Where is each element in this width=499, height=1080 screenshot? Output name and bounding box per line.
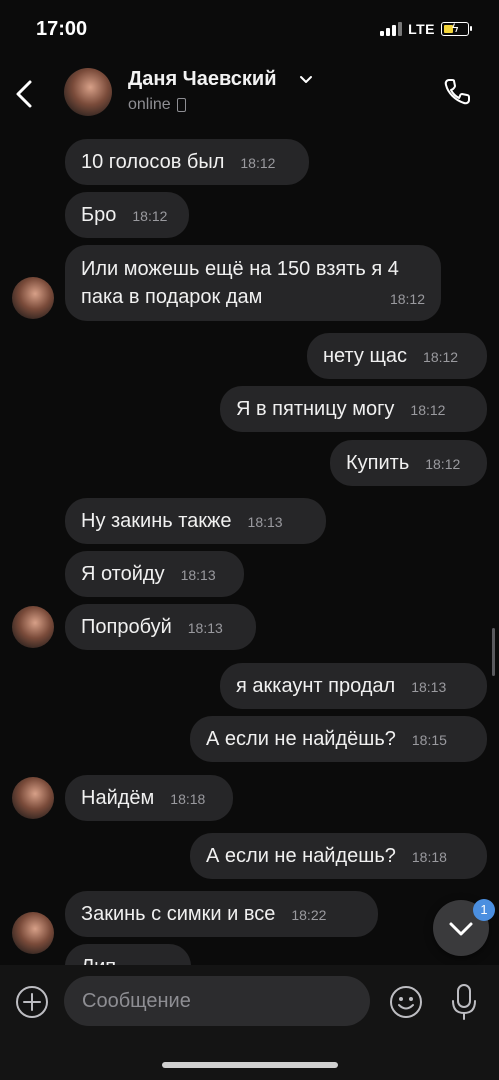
online-label: online — [128, 96, 171, 113]
message-outgoing[interactable]: А если не найдёшь? 18:15 — [190, 716, 487, 762]
status-bar: 17:00 LTE ϟ — [0, 0, 499, 60]
message-time: 18:15 — [411, 732, 447, 748]
microphone-icon[interactable] — [448, 982, 480, 1022]
message-text: Найдём — [81, 787, 155, 809]
message-outgoing[interactable]: А если не найдешь? 18:18 — [190, 833, 487, 879]
contact-avatar[interactable] — [64, 68, 112, 116]
message-outgoing[interactable]: Купить 18:12 — [330, 440, 487, 486]
message-time: 18:12 — [410, 402, 446, 418]
message-text: А если не найдешь? — [206, 845, 396, 867]
message-text: 10 голосов был — [81, 151, 225, 173]
message-outgoing[interactable]: нету щас 18:12 — [307, 333, 487, 379]
message-outgoing[interactable]: я аккаунт продал 18:13 — [220, 663, 487, 709]
message-incoming[interactable]: Ну закинь также 18:13 — [65, 498, 326, 544]
message-text: Лип — [81, 956, 116, 965]
message-list[interactable]: 10 голосов был 18:12 Бро 18:12 Или можешь … — [0, 130, 499, 965]
contact-name[interactable]: Даня Чаевский — [128, 68, 277, 91]
plus-icon[interactable] — [15, 985, 49, 1019]
message-incoming[interactable]: Бро 18:12 — [65, 192, 189, 238]
message-incoming[interactable]: 10 голосов был 18:12 — [65, 139, 309, 185]
message-time: 18:22 — [291, 907, 327, 923]
message-text: Закинь с симки и все — [81, 903, 276, 925]
message-text: нету щас — [323, 345, 408, 367]
sender-avatar[interactable] — [12, 277, 54, 319]
chevron-down-icon[interactable] — [298, 72, 314, 88]
network-type: LTE — [408, 21, 435, 37]
message-time: 18:13 — [180, 567, 216, 583]
message-outgoing[interactable]: Я в пятницу могу 18:12 — [220, 386, 487, 432]
message-time: 18:18 — [170, 791, 206, 807]
message-text: Я в пятницу могу — [236, 398, 395, 420]
message-time: 18:13 — [411, 679, 447, 695]
message-time: 18:13 — [247, 514, 283, 530]
message-text: Купить — [346, 452, 410, 474]
sender-avatar[interactable] — [12, 912, 54, 954]
unread-badge: 1 — [473, 899, 495, 921]
sender-avatar[interactable] — [12, 606, 54, 648]
message-time: 18:12 — [132, 208, 168, 224]
message-text: Я отойду — [81, 563, 165, 585]
message-time: 18:12 — [389, 291, 425, 307]
scrollbar[interactable] — [492, 628, 495, 676]
message-time: 18:13 — [187, 620, 223, 636]
battery-icon: ϟ — [441, 21, 472, 36]
message-composer — [0, 965, 499, 1080]
signal-icon — [380, 22, 403, 36]
message-text: Бро — [81, 204, 117, 226]
contact-status: online — [128, 96, 186, 114]
message-input[interactable] — [64, 976, 370, 1026]
sender-avatar[interactable] — [12, 777, 54, 819]
message-incoming[interactable]: Или можешь ещё на 150 взять я 4 пака в п… — [65, 245, 441, 321]
mobile-device-icon — [176, 98, 186, 112]
back-arrow-icon[interactable] — [12, 76, 36, 112]
message-time: 18:12 — [240, 155, 276, 171]
message-incoming[interactable]: Закинь с симки и все 18:22 — [65, 891, 378, 937]
message-text: Ну закинь также — [81, 510, 232, 532]
status-time: 17:00 — [36, 18, 88, 40]
message-incoming[interactable]: Я отойду 18:13 — [65, 551, 244, 597]
message-incoming[interactable]: Лип — [65, 944, 191, 965]
message-time: 18:12 — [425, 456, 461, 472]
message-time: 18:12 — [423, 349, 459, 365]
phone-icon[interactable] — [441, 76, 473, 108]
message-incoming[interactable]: Попробуй 18:13 — [65, 604, 256, 650]
message-time: 18:18 — [411, 849, 447, 865]
emoji-icon[interactable] — [388, 984, 424, 1020]
scroll-down-button[interactable]: 1 — [433, 899, 495, 956]
message-text: А если не найдёшь? — [206, 728, 396, 750]
message-incoming[interactable]: Найдём 18:18 — [65, 775, 233, 821]
message-text: Или можешь ещё на 150 взять я 4 пака в п… — [81, 258, 399, 308]
status-indicators: LTE ϟ — [380, 21, 472, 37]
chat-header: Даня Чаевский online — [0, 60, 499, 130]
message-text: я аккаунт продал — [236, 675, 396, 697]
message-text: Попробуй — [81, 616, 172, 638]
home-indicator[interactable] — [162, 1062, 338, 1068]
